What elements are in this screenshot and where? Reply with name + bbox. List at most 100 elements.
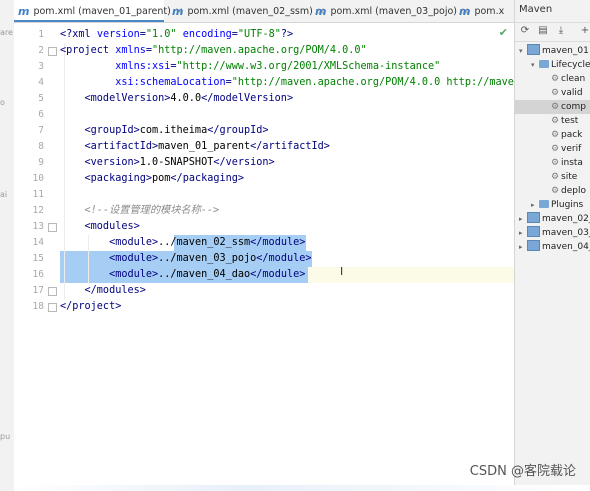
code-line[interactable]: <packaging>pom</packaging> <box>60 171 245 187</box>
code-line[interactable]: <project xmlns="http://maven.apache.org/… <box>60 43 367 59</box>
maven-tree-item[interactable]: ⚙ insta <box>515 156 590 170</box>
maven-file-icon: m <box>172 4 184 18</box>
code-editor[interactable]: 1 2 3 4 5 6 7 8 9 10 11 12 13 14 15 16 17 18 <?xml versio… <box>14 23 514 491</box>
code-token: xmlns <box>115 45 146 56</box>
line-number: 5 <box>38 93 44 104</box>
maven-tree-item[interactable]: ⚙ deplo <box>515 184 590 198</box>
tab-pom-maven-02-ssm[interactable]: m pom.xml (maven_02_ssm) × <box>168 0 325 22</box>
code-line[interactable]: xsi:schemaLocation="http://maven.apache.… <box>60 75 514 91</box>
maven-tree-item[interactable]: ▸ maven_04_ <box>515 240 590 254</box>
left-strip-label: are <box>0 28 13 37</box>
fold-marker-icon[interactable] <box>48 223 57 232</box>
code-token: 4.0.0 <box>170 93 202 104</box>
maven-tree-item[interactable]: ⚙ site <box>515 170 590 184</box>
folder-icon <box>539 59 549 68</box>
line-number: 15 <box>32 253 44 264</box>
line-number: 11 <box>32 189 44 200</box>
maven-project-icon <box>527 44 540 55</box>
chevron-right-icon[interactable]: ▸ <box>531 198 539 212</box>
code-line[interactable]: <?xml version="1.0" encoding="UTF-8"?> <box>60 27 293 43</box>
code-token: </modelVersion> <box>201 93 294 104</box>
maven-tree-label: maven_01 <box>542 46 589 56</box>
fold-marker-icon[interactable] <box>48 303 57 312</box>
maven-tree-item[interactable]: ⚙ pack <box>515 128 590 142</box>
gear-icon: ⚙ <box>551 158 560 168</box>
code-line[interactable]: <!--设置管理的模块名称--> <box>60 203 220 219</box>
tab-pom-maven-01-parent[interactable]: m pom.xml (maven_01_parent) × <box>14 0 183 22</box>
tab-pom-overflow[interactable]: m pom.x <box>455 0 514 22</box>
maven-tree-item[interactable]: ▾ Lifecycle <box>515 58 590 72</box>
code-line[interactable]: <version>1.0-SNAPSHOT</version> <box>60 155 275 171</box>
maven-tree-item[interactable]: ▸ Plugins <box>515 198 590 212</box>
chevron-right-icon[interactable]: ▸ <box>519 212 527 226</box>
maven-tree-label: maven_02_ <box>542 214 590 224</box>
gear-icon: ⚙ <box>551 102 560 112</box>
code-token: xsi:schemaLocation <box>115 77 226 88</box>
chevron-down-icon[interactable]: ▾ <box>519 44 527 58</box>
code-token: version <box>96 29 140 40</box>
tab-label: pom.xml (maven_01_parent) <box>33 5 171 17</box>
code-line[interactable]: </modules> <box>60 283 146 299</box>
left-strip-label: ai <box>0 190 8 199</box>
gear-icon: ⚙ <box>551 74 560 84</box>
add-project-icon[interactable]: ▤ <box>537 25 549 37</box>
maven-tree-item[interactable]: ▸ maven_02_ <box>515 212 590 226</box>
chevron-down-icon[interactable]: ▾ <box>531 58 539 72</box>
maven-tree-item[interactable]: ⚙ verif <box>515 142 590 156</box>
maven-project-icon <box>527 212 540 223</box>
code-line[interactable]: <groupId>com.itheima</groupId> <box>60 123 269 139</box>
code-line[interactable]: <modelVersion>4.0.0</modelVersion> <box>60 91 294 107</box>
line-number: 8 <box>38 141 44 152</box>
maven-tree-item[interactable]: ⚙ valid <box>515 86 590 100</box>
code-token: <packaging> <box>60 173 153 184</box>
code-line[interactable]: </project> <box>60 299 121 315</box>
maven-tree-label: insta <box>561 158 583 168</box>
fold-marker-icon[interactable] <box>48 47 57 56</box>
fold-marker-icon[interactable] <box>48 287 57 296</box>
left-strip-label: pu <box>0 432 11 441</box>
chevron-right-icon[interactable]: ▸ <box>519 240 527 254</box>
code-line[interactable]: <module>../maven_03_pojo</module> <box>60 251 311 267</box>
maven-tree-item[interactable]: ⚙ clean <box>515 72 590 86</box>
left-strip-label: o <box>0 98 5 107</box>
maven-tree-item[interactable]: ▾ maven_01 <box>515 44 590 58</box>
gear-icon: ⚙ <box>551 186 560 196</box>
code-area[interactable]: <?xml version="1.0" encoding="UTF-8"?> <p… <box>60 23 514 491</box>
code-token: </module> <box>256 253 312 264</box>
maven-tree-item[interactable]: ▸ maven_03_ <box>515 226 590 240</box>
code-token: <groupId> <box>60 125 140 136</box>
inspection-ok-icon[interactable]: ✔ <box>499 26 508 39</box>
code-token: "http://maven.apache.org/POM/4.0.0 http:… <box>231 77 514 88</box>
maven-tree-label: maven_04_ <box>542 242 590 252</box>
code-token: <module> <box>60 269 159 280</box>
line-number-gutter: 1 2 3 4 5 6 7 8 9 10 11 12 13 14 15 16 17 18 <box>14 23 58 491</box>
watermark: CSDN @客院载论 <box>469 464 576 479</box>
maven-tree-item[interactable]: ⚙ test <box>515 114 590 128</box>
refresh-icon[interactable]: ⟳ <box>519 25 531 37</box>
code-line[interactable]: <modules> <box>60 219 140 235</box>
maven-tree-item[interactable]: ⚙ comp <box>515 100 590 114</box>
editor-tab-bar: m pom.xml (maven_01_parent) × m pom.xml … <box>14 0 514 23</box>
code-line[interactable]: xmlns:xsi="http://www.w3.org/2001/XMLSch… <box>60 59 440 75</box>
tab-pom-maven-03-pojo[interactable]: m pom.xml (maven_03_pojo) × <box>311 0 469 22</box>
code-token: 1.0-SNAPSHOT <box>139 157 214 168</box>
code-token: "UTF-8" <box>237 29 281 40</box>
download-icon[interactable]: ⤓ <box>555 25 567 37</box>
code-token: <!--设置管理的模块名称--> <box>60 205 220 216</box>
chevron-right-icon[interactable]: ▸ <box>519 226 527 240</box>
maven-tree-label: clean <box>561 74 586 84</box>
gear-icon: ⚙ <box>551 116 560 126</box>
code-line[interactable]: <artifactId>maven_01_parent</artifactId> <box>60 139 330 155</box>
code-token: </modules> <box>60 285 146 296</box>
maven-tree-label: site <box>561 172 578 182</box>
code-line[interactable]: <module>../maven_02_ssm</module> <box>60 235 305 251</box>
add-icon[interactable]: + <box>579 25 590 37</box>
gear-icon: ⚙ <box>551 130 560 140</box>
code-token: "http://www.w3.org/2001/XMLSchema-instan… <box>176 61 441 72</box>
code-token: <artifactId> <box>60 141 159 152</box>
code-line[interactable]: <module>../maven_04_dao</module> <box>60 267 305 283</box>
left-tool-strip: are o ai pu <box>0 0 15 491</box>
bottom-decoration <box>14 485 590 491</box>
line-number: 16 <box>32 269 44 280</box>
